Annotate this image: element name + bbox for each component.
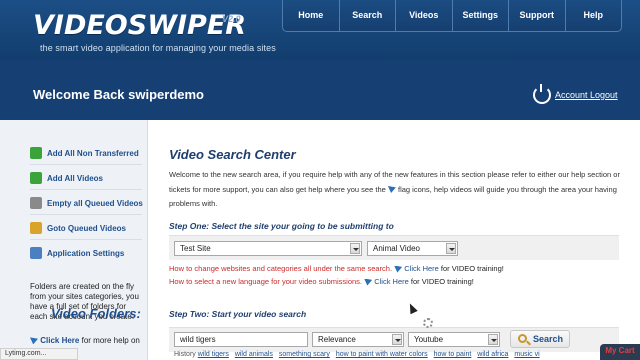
my-cart-tab[interactable]: My Cart [600, 344, 640, 360]
sidebar-item-app-settings[interactable]: Application Settings [30, 244, 124, 262]
flag-icon [387, 186, 396, 194]
history-item[interactable]: wild africa [477, 351, 508, 358]
site-select-value: Test Site [180, 244, 211, 253]
history-item[interactable]: something scary [279, 351, 330, 358]
step-two-heading: Step Two: Start your video search [169, 309, 307, 319]
nav-home[interactable]: Home [283, 0, 340, 31]
category-select-value: Animal Video [373, 244, 420, 253]
video-folders-title: Video Folders: [51, 306, 141, 321]
nav-settings[interactable]: Settings [453, 0, 509, 31]
sidebar-divider [30, 214, 142, 215]
sidebar-click-here-link[interactable]: Click Here [40, 336, 79, 345]
sidebar-item-add-non-transferred[interactable]: Add All Non Transferred [30, 144, 139, 162]
nav-videos[interactable]: Videos [396, 0, 453, 31]
help-click-here-link[interactable]: Click Here [404, 264, 439, 273]
help-rest-text: for VIDEO training! [440, 264, 504, 273]
video-folders-help: Video Folders: Folders are created on th… [30, 282, 144, 322]
step-one-heading: Step One: Select the site your going to … [169, 221, 394, 231]
sidebar-help-line: Click Here for more help on [30, 336, 140, 345]
nav-search[interactable]: Search [340, 0, 396, 31]
sidebar-item-label: Add All Videos [47, 173, 104, 183]
page-title: Video Search Center [169, 147, 296, 162]
history-item[interactable]: music vi [514, 351, 539, 358]
sidebar-divider [30, 239, 142, 240]
sidebar-item-add-all-videos[interactable]: Add All Videos [30, 169, 103, 187]
help-line-language: How to select a new language for your vi… [169, 277, 474, 286]
settings-icon [30, 247, 42, 259]
loading-spinner-icon [423, 318, 433, 328]
welcome-band: Welcome Back swiperdemo Account Logout [0, 60, 640, 120]
main-nav: Home Search Videos Settings Support Help [282, 0, 622, 32]
app-header: VIDEOSWIPER V2.0 the smart video applica… [0, 0, 640, 60]
sidebar-item-label: Application Settings [47, 248, 125, 258]
sidebar-item-label: Add All Non Transferred [47, 148, 139, 158]
search-button-label: Search [533, 334, 564, 344]
search-icon [518, 334, 527, 343]
search-input[interactable]: wild tigers [174, 332, 308, 347]
history-label: History [174, 351, 196, 358]
add-green-icon [30, 147, 42, 159]
source-select[interactable]: Youtube [408, 332, 500, 347]
add-green-icon [30, 172, 42, 184]
category-select[interactable]: Animal Video [367, 241, 458, 256]
main-content: Video Search Center Welcome to the new s… [148, 120, 640, 360]
site-select[interactable]: Test Site [174, 241, 362, 256]
brand-tagline: the smart video application for managing… [40, 43, 276, 53]
search-history: History wild tigers wild animals somethi… [174, 351, 544, 358]
intro-text: Welcome to the new search area, if you r… [169, 168, 634, 212]
search-input-value: wild tigers [180, 335, 216, 344]
chevron-down-icon[interactable] [446, 243, 456, 254]
sort-select[interactable]: Relevance [312, 332, 404, 347]
power-icon[interactable] [533, 84, 551, 104]
sidebar-item-label: Goto Queued Videos [47, 223, 126, 233]
search-button[interactable]: Search [510, 330, 570, 348]
chevron-down-icon[interactable] [350, 243, 360, 254]
sidebar-item-label: Empty all Queued Videos [47, 198, 143, 208]
sidebar-divider [30, 164, 142, 165]
history-item[interactable]: wild tigers [198, 351, 229, 358]
sidebar-item-empty-queued[interactable]: Empty all Queued Videos [30, 194, 143, 212]
flag-icon [394, 265, 403, 273]
flag-icon [30, 337, 38, 345]
help-rest-text: for VIDEO training! [410, 277, 474, 286]
brand-logo-text: VIDEOSWIPER [33, 10, 247, 41]
help-text-language: How to select a new language for your vi… [169, 277, 363, 286]
source-select-value: Youtube [414, 335, 444, 344]
welcome-message: Welcome Back swiperdemo [33, 87, 204, 102]
sidebar-click-here-rest: for more help on [81, 336, 140, 345]
nav-help[interactable]: Help [566, 0, 622, 31]
history-item[interactable]: wild animals [235, 351, 273, 358]
sidebar-item-goto-queued[interactable]: Goto Queued Videos [30, 219, 126, 237]
chevron-down-icon[interactable] [392, 334, 402, 345]
account-logout-link[interactable]: Account Logout [555, 90, 618, 100]
trash-icon [30, 197, 42, 209]
nav-support[interactable]: Support [509, 0, 566, 31]
sidebar-divider [30, 189, 142, 190]
history-item[interactable]: how to paint [434, 351, 472, 358]
queue-icon [30, 222, 42, 234]
sort-select-value: Relevance [318, 335, 356, 344]
help-line-websites: How to change websites and categories al… [169, 264, 504, 273]
browser-status-bar: Lytimg.com... [0, 348, 78, 360]
chevron-down-icon[interactable] [488, 334, 498, 345]
help-text-websites: How to change websites and categories al… [169, 264, 393, 273]
version-label: V2.0 [222, 14, 241, 24]
flag-icon [364, 278, 373, 286]
help-click-here-link[interactable]: Click Here [374, 277, 409, 286]
history-item[interactable]: how to paint with water colors [336, 351, 428, 358]
brand-logo[interactable]: VIDEOSWIPER [33, 12, 246, 40]
